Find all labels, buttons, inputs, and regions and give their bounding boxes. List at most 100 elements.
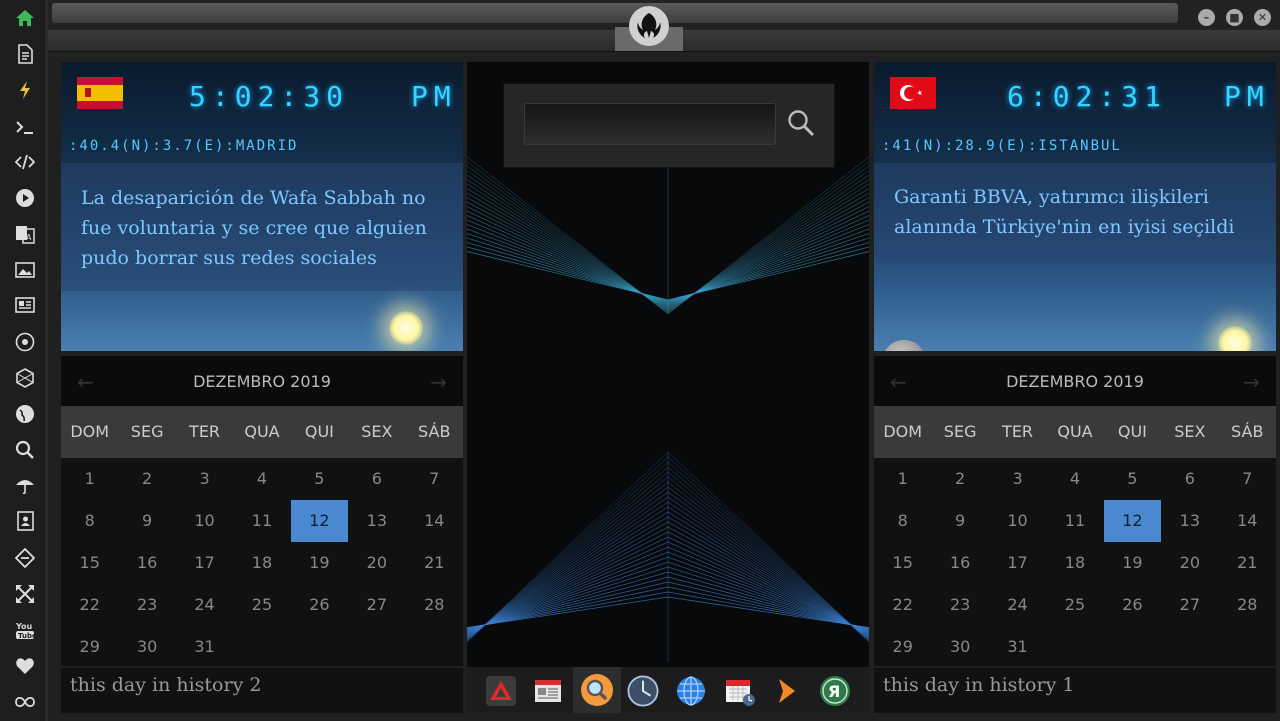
calendar-day[interactable]: 26 bbox=[1104, 584, 1161, 626]
calendar-day[interactable]: 24 bbox=[989, 584, 1046, 626]
calendar-day[interactable]: 13 bbox=[1161, 500, 1218, 542]
calendar-day[interactable]: 2 bbox=[931, 458, 988, 500]
calendar-day[interactable]: 10 bbox=[989, 500, 1046, 542]
calendar-day[interactable]: 16 bbox=[118, 542, 175, 584]
calendar-day[interactable]: 5 bbox=[291, 458, 348, 500]
calendar-day[interactable]: 8 bbox=[61, 500, 118, 542]
yandex-icon[interactable]: Я bbox=[819, 675, 851, 707]
arrow-app-icon[interactable] bbox=[771, 675, 803, 707]
calendar-day[interactable]: 29 bbox=[874, 626, 931, 668]
calendar-day[interactable]: 14 bbox=[406, 500, 463, 542]
rebel-alliance-icon[interactable] bbox=[14, 331, 36, 353]
calendar-day[interactable]: 7 bbox=[1219, 458, 1276, 500]
calendar-day[interactable]: 17 bbox=[176, 542, 233, 584]
history-label[interactable]: this day in history 1 bbox=[874, 668, 1276, 713]
calendar-day[interactable]: 4 bbox=[233, 458, 290, 500]
calendar-day[interactable]: 8 bbox=[874, 500, 931, 542]
calendar-day[interactable]: 18 bbox=[1046, 542, 1103, 584]
contact-card-icon[interactable] bbox=[14, 510, 36, 532]
globe-app-icon[interactable] bbox=[675, 675, 707, 707]
code-icon[interactable] bbox=[14, 151, 36, 173]
calendar-day[interactable]: 31 bbox=[176, 626, 233, 668]
calendar-day[interactable]: 20 bbox=[348, 542, 405, 584]
next-month-arrow-icon[interactable]: → bbox=[1243, 370, 1260, 394]
calendar-day[interactable]: 16 bbox=[931, 542, 988, 584]
calendar-day[interactable]: 25 bbox=[1046, 584, 1103, 626]
calendar-day[interactable]: 9 bbox=[118, 500, 175, 542]
maximize-button[interactable]: ■ bbox=[1226, 9, 1243, 26]
calendar-day[interactable]: 18 bbox=[233, 542, 290, 584]
calendar-day[interactable]: 17 bbox=[989, 542, 1046, 584]
calendar-day-today[interactable]: 12 bbox=[1103, 500, 1162, 542]
search-input[interactable] bbox=[524, 103, 776, 145]
calendar-day[interactable]: 30 bbox=[931, 626, 988, 668]
minimize-button[interactable]: – bbox=[1198, 9, 1215, 26]
calendar-day[interactable]: 31 bbox=[989, 626, 1046, 668]
calendar-day[interactable]: 9 bbox=[931, 500, 988, 542]
calendar-day[interactable]: 26 bbox=[291, 584, 348, 626]
play-icon[interactable] bbox=[14, 187, 36, 209]
calendar-day[interactable]: 5 bbox=[1104, 458, 1161, 500]
calendar-day[interactable]: 6 bbox=[348, 458, 405, 500]
calendar-day[interactable]: 22 bbox=[61, 584, 118, 626]
calendar-day[interactable]: 10 bbox=[176, 500, 233, 542]
news-icon[interactable] bbox=[14, 294, 36, 316]
hexagon-icon[interactable] bbox=[14, 367, 36, 389]
calendar-app-icon[interactable] bbox=[724, 675, 756, 707]
umbrella-icon[interactable] bbox=[14, 474, 36, 496]
search-app-icon[interactable] bbox=[573, 667, 621, 713]
calendar-day[interactable]: 28 bbox=[406, 584, 463, 626]
calendar-day[interactable]: 21 bbox=[406, 542, 463, 584]
calendar-day[interactable]: 23 bbox=[118, 584, 175, 626]
home-icon[interactable] bbox=[14, 7, 36, 29]
calendar-day[interactable]: 3 bbox=[176, 458, 233, 500]
calendar-day[interactable]: 22 bbox=[874, 584, 931, 626]
search-icon[interactable] bbox=[14, 439, 36, 461]
close-button[interactable]: ✕ bbox=[1254, 9, 1271, 26]
expand-icon[interactable] bbox=[14, 583, 36, 605]
calendar-day[interactable]: 3 bbox=[989, 458, 1046, 500]
globe-icon[interactable] bbox=[14, 403, 36, 425]
calendar-day[interactable]: 1 bbox=[874, 458, 931, 500]
lightning-icon[interactable] bbox=[14, 79, 36, 101]
clock-app-icon[interactable] bbox=[627, 675, 659, 707]
history-label[interactable]: this day in history 2 bbox=[61, 668, 463, 713]
calendar-day[interactable]: 4 bbox=[1046, 458, 1103, 500]
calendar-day[interactable]: 14 bbox=[1219, 500, 1276, 542]
calendar-day[interactable]: 13 bbox=[348, 500, 405, 542]
news-headline[interactable]: La desaparición de Wafa Sabbah no fue vo… bbox=[81, 183, 451, 273]
image-icon[interactable] bbox=[14, 259, 36, 281]
calendar-day[interactable]: 23 bbox=[931, 584, 988, 626]
calendar-day[interactable]: 29 bbox=[61, 626, 118, 668]
calendar-day[interactable]: 15 bbox=[61, 542, 118, 584]
terminal-icon[interactable] bbox=[14, 116, 36, 138]
calendar-day[interactable]: 25 bbox=[233, 584, 290, 626]
calendar-day[interactable]: 28 bbox=[1219, 584, 1276, 626]
news-headline[interactable]: Garanti BBVA, yatırımcı ilişkileri alanı… bbox=[894, 182, 1264, 242]
calendar-day[interactable]: 1 bbox=[61, 458, 118, 500]
calendar-day[interactable]: 11 bbox=[1046, 500, 1103, 542]
prev-month-arrow-icon[interactable]: ← bbox=[77, 370, 94, 394]
calendar-day-today[interactable]: 12 bbox=[290, 500, 349, 542]
calendar-day[interactable]: 27 bbox=[348, 584, 405, 626]
news-reader-icon[interactable] bbox=[532, 675, 564, 707]
calendar-day[interactable]: 30 bbox=[118, 626, 175, 668]
title-bar-field[interactable] bbox=[52, 3, 1178, 23]
red-triangle-app-icon[interactable] bbox=[485, 675, 517, 707]
calendar-day[interactable]: 19 bbox=[291, 542, 348, 584]
document-icon[interactable] bbox=[14, 43, 36, 65]
calendar-day[interactable]: 19 bbox=[1104, 542, 1161, 584]
heart-icon[interactable] bbox=[14, 655, 36, 677]
calendar-day[interactable]: 15 bbox=[874, 542, 931, 584]
calendar-day[interactable]: 2 bbox=[118, 458, 175, 500]
rebel-alliance-logo-icon[interactable] bbox=[629, 6, 669, 46]
search-icon[interactable] bbox=[786, 108, 816, 138]
prev-month-arrow-icon[interactable]: ← bbox=[890, 370, 907, 394]
calendar-day[interactable]: 27 bbox=[1161, 584, 1218, 626]
calendar-day[interactable]: 21 bbox=[1219, 542, 1276, 584]
translate-icon[interactable]: A bbox=[14, 223, 36, 245]
calendar-day[interactable]: 20 bbox=[1161, 542, 1218, 584]
youtube-icon[interactable]: You Tube bbox=[14, 619, 36, 641]
calendar-day[interactable]: 24 bbox=[176, 584, 233, 626]
calendar-day[interactable]: 11 bbox=[233, 500, 290, 542]
